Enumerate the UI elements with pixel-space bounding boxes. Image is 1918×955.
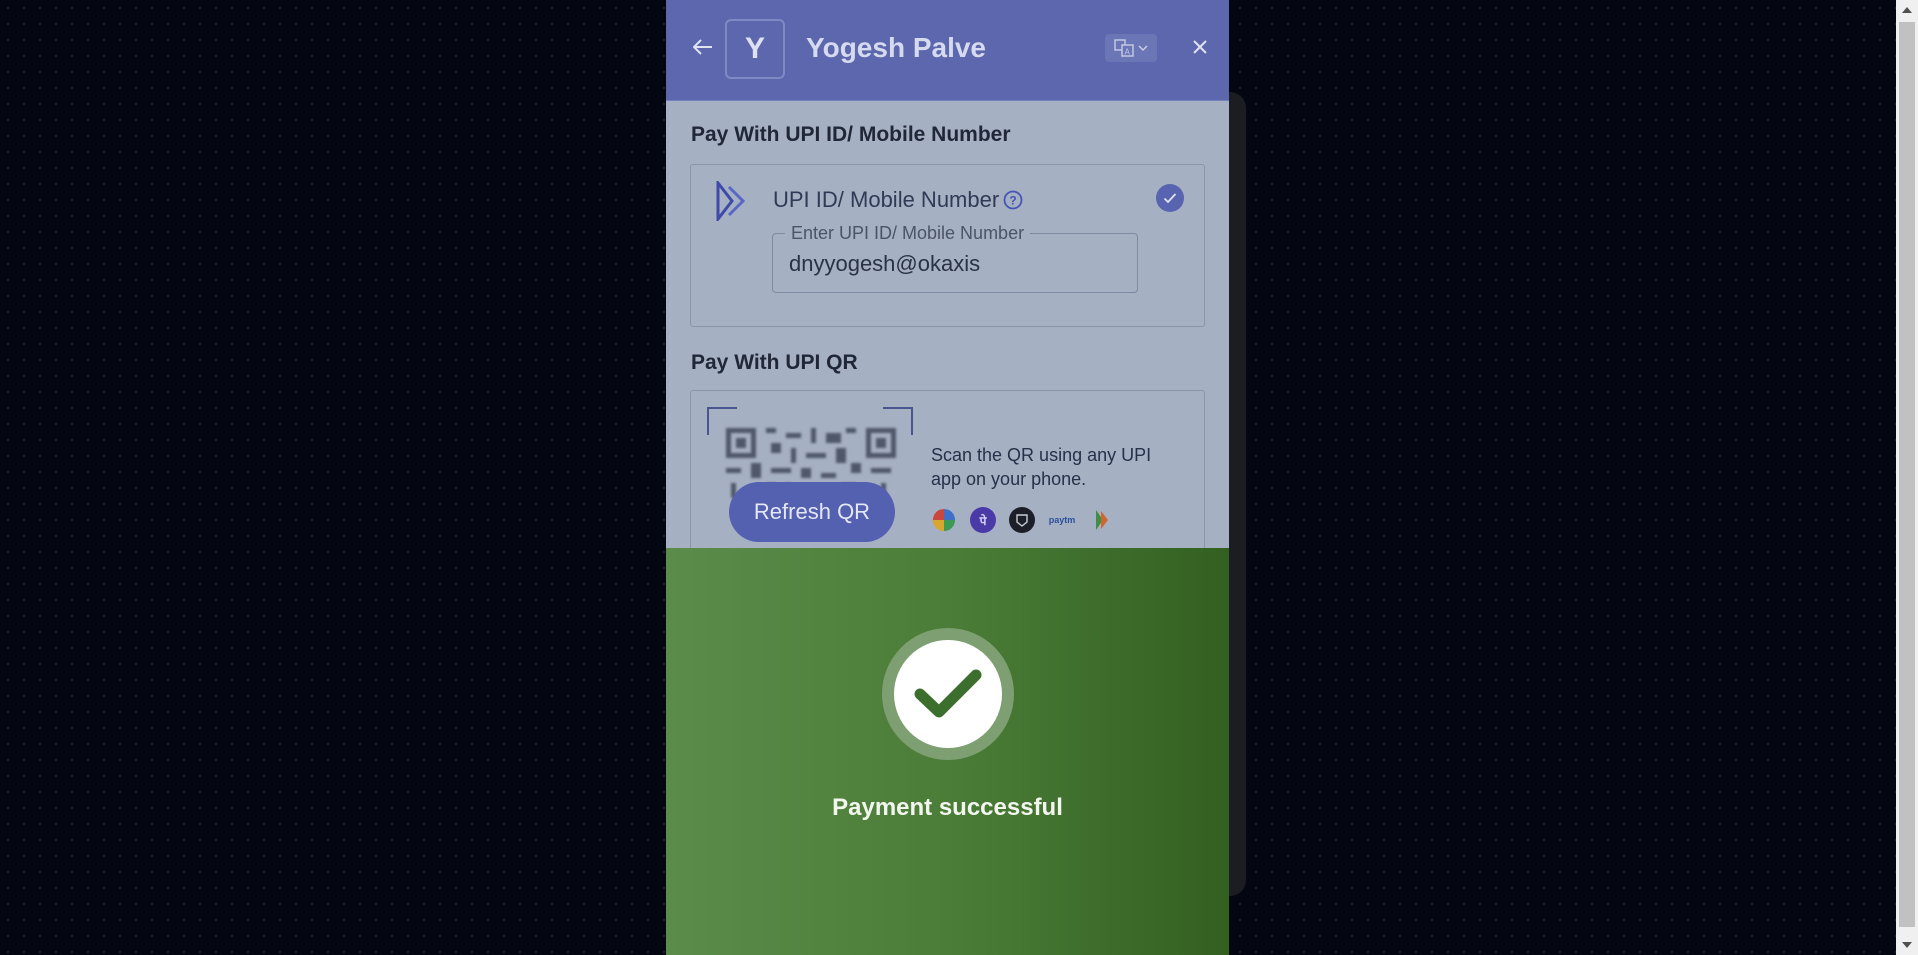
close-button[interactable] [1185,32,1215,62]
triangle-up-icon [1902,7,1912,13]
scrollbar-thumb[interactable] [1899,22,1915,927]
success-icon-ring [882,628,1014,760]
upi-qr-card: Refresh QR Scan the QR using any UPI app… [690,390,1205,558]
upi-option-label: UPI ID/ Mobile Number [773,187,1000,212]
payment-modal: Y Yogesh Palve A Pay With UPI ID/ Mobile… [666,0,1229,955]
upi-id-field: Enter UPI ID/ Mobile Number [772,221,1138,293]
close-icon [1193,40,1207,54]
checkmark-icon [914,669,982,718]
question-circle-icon[interactable]: ? [1003,190,1023,210]
success-icon-circle [894,640,1002,748]
upi-logo-icon [716,181,746,221]
refresh-qr-button[interactable]: Refresh QR [729,482,895,542]
svg-text:?: ? [1009,194,1016,208]
payment-success-panel: Payment successful [666,548,1229,955]
chevron-down-icon [1138,45,1148,52]
upi-id-input[interactable] [787,248,1121,280]
scroll-down-arrow[interactable] [1896,935,1918,955]
payment-success-message: Payment successful [832,794,1063,821]
modal-header: Y Yogesh Palve A [666,0,1229,101]
bhim-icon [1089,507,1115,533]
merchant-avatar: Y [725,19,785,79]
paytm-icon: paytm [1048,515,1076,525]
back-button[interactable] [688,30,718,64]
upi-id-option[interactable]: UPI ID/ Mobile Number ? Enter UPI ID/ Mo… [690,164,1205,327]
check-icon [1163,193,1177,204]
selected-check-badge [1156,184,1184,212]
upi-id-field-label: Enter UPI ID/ Mobile Number [785,221,1031,245]
svg-text:A: A [1125,48,1131,57]
upi-qr-section-title: Pay With UPI QR [691,351,858,374]
translate-icon: A [1114,39,1134,57]
scroll-up-arrow[interactable] [1896,0,1918,20]
triangle-down-icon [1902,942,1912,948]
arrow-left-icon [693,39,712,55]
upi-id-section-title: Pay With UPI ID/ Mobile Number [691,123,1011,146]
phonepe-icon: पे [970,507,996,533]
language-selector[interactable]: A [1105,34,1157,62]
google-pay-icon [932,508,956,532]
qr-instruction-text: Scan the QR using any UPI app on your ph… [931,445,1152,489]
cred-icon [1009,507,1035,533]
upi-app-icons: पे paytm [931,507,1115,533]
merchant-name: Yogesh Palve [806,32,987,63]
page-scrollbar[interactable] [1896,0,1918,955]
